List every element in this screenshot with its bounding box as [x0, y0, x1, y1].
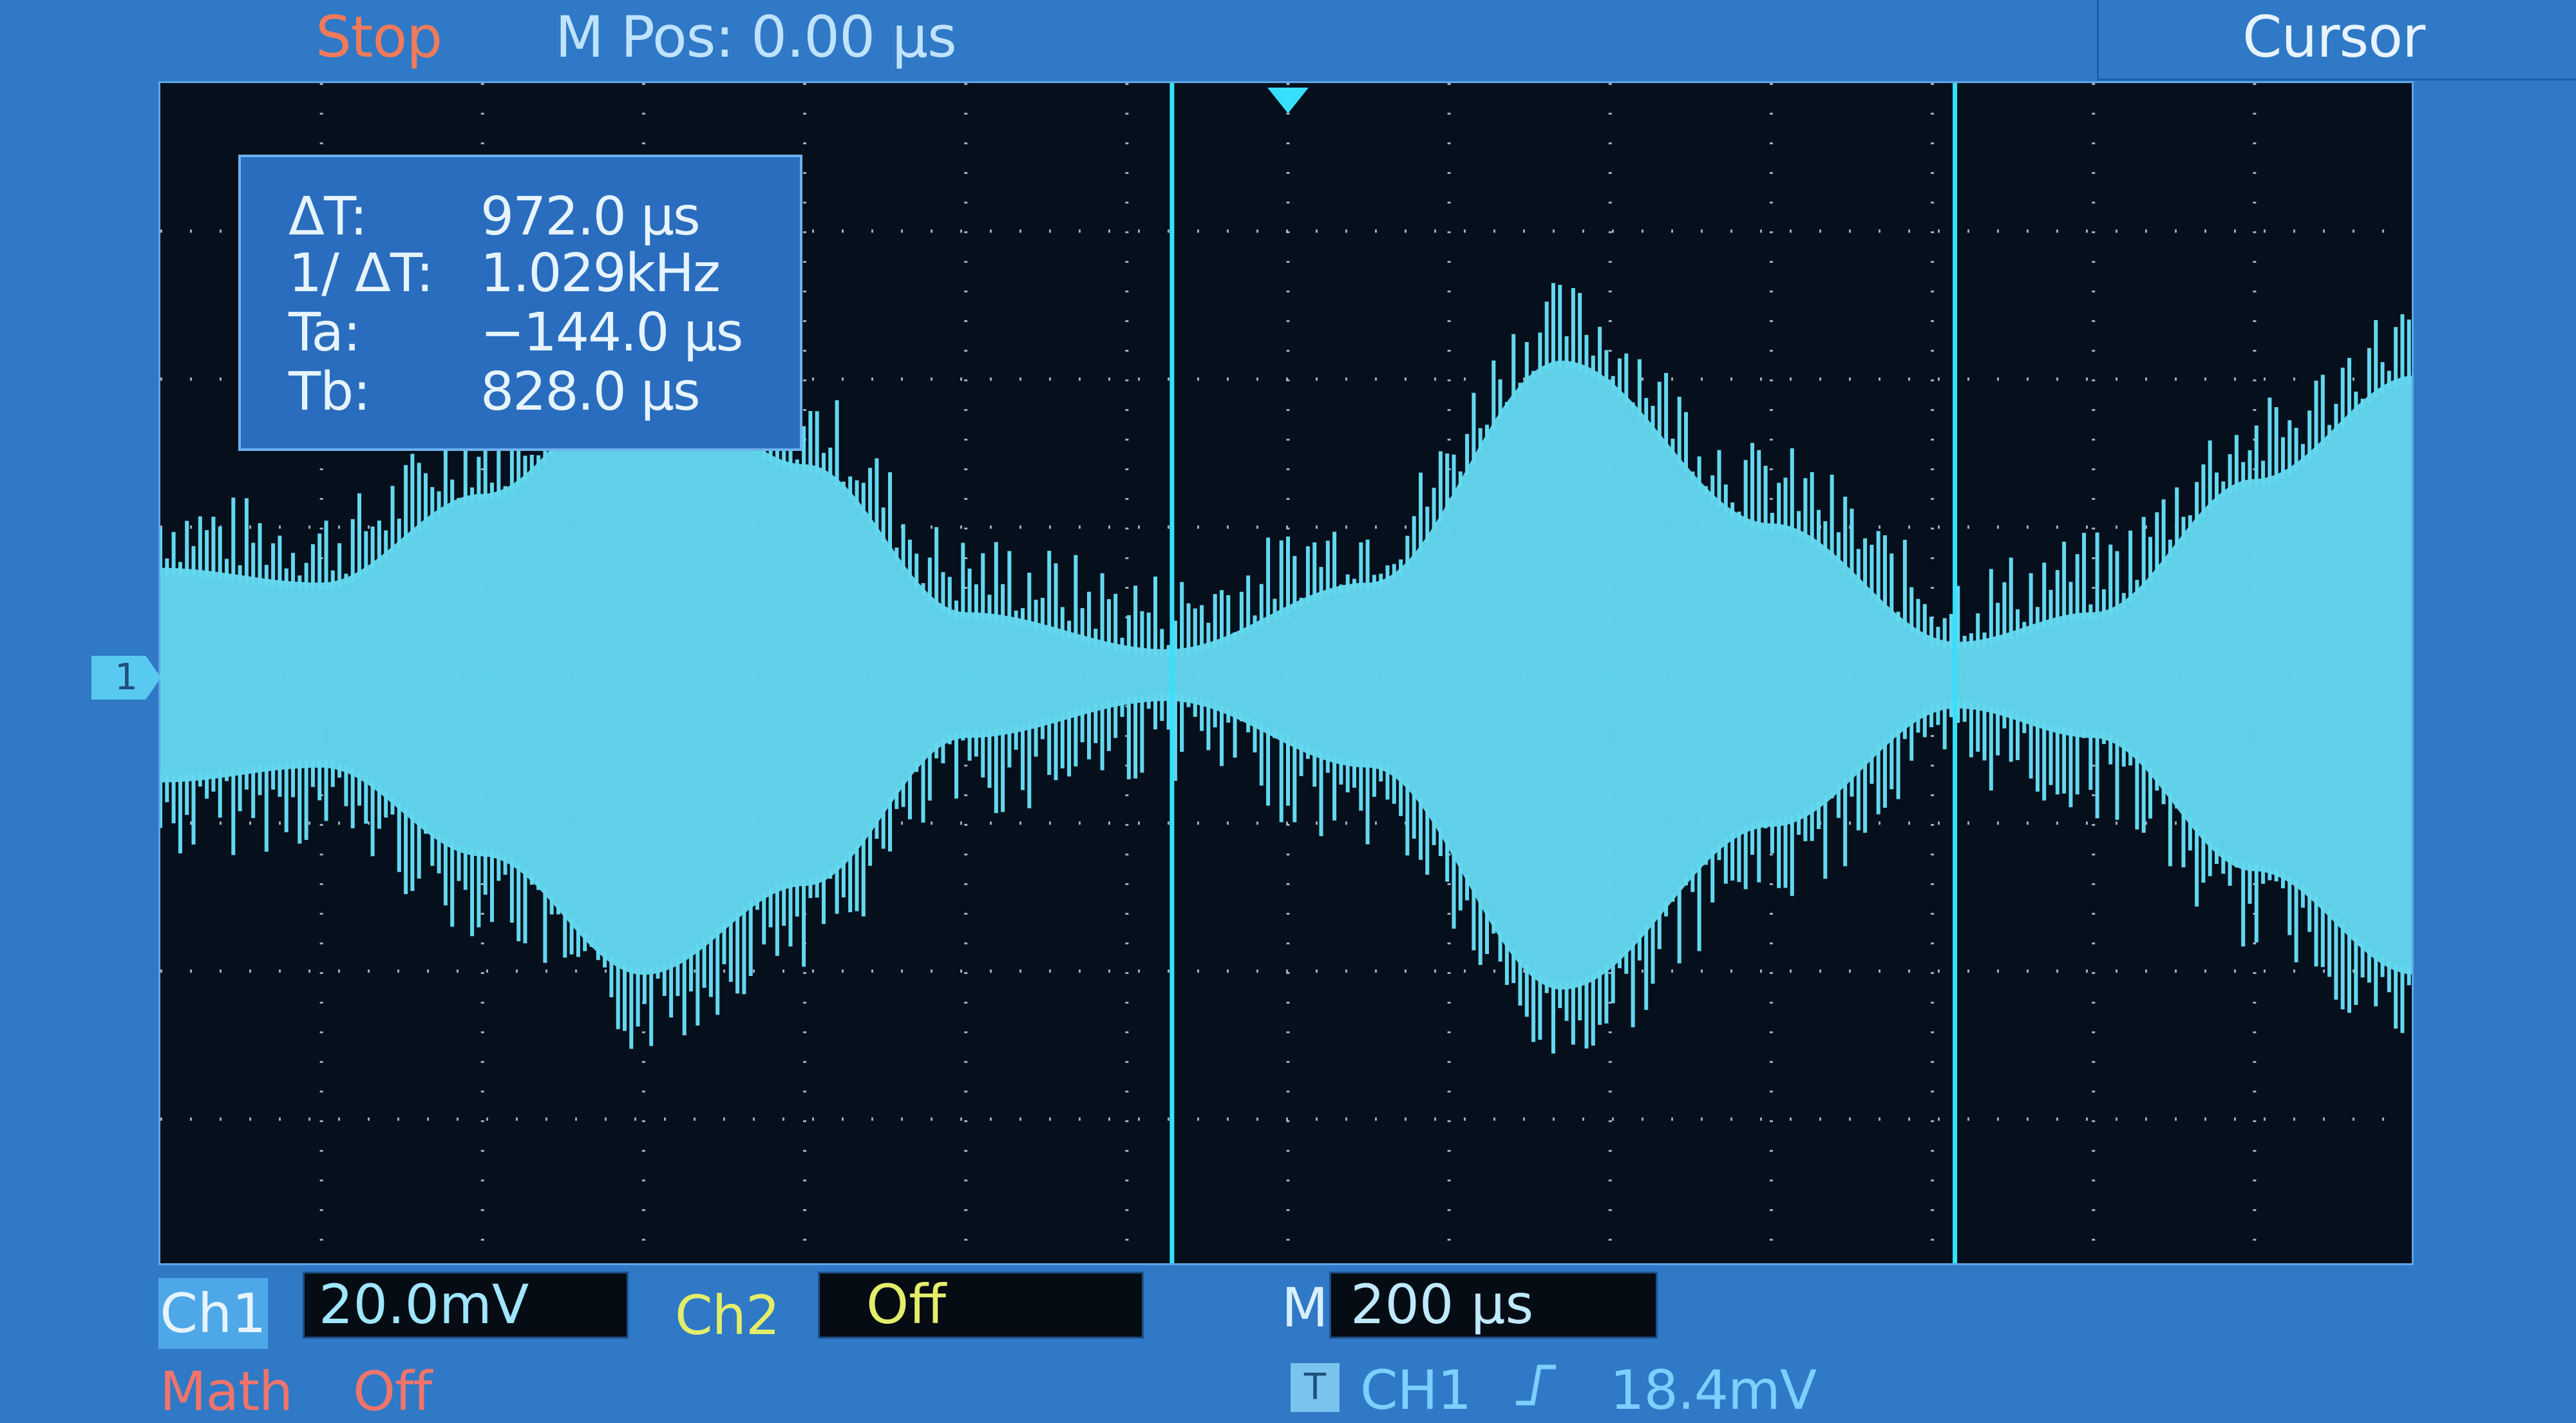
delta-t-label: ΔT: [289, 186, 368, 247]
ch1-scale: 20.0mV [303, 1272, 629, 1339]
math-label[interactable]: Math [160, 1364, 293, 1418]
trigger-position-marker [1267, 88, 1309, 113]
rising-edge-icon [1513, 1359, 1558, 1422]
run-status: Stop [316, 4, 442, 70]
delta-t-value: 972.0 µs [480, 186, 701, 247]
ta-value: −144.0 µs [480, 302, 743, 363]
ch2-status: Off [818, 1272, 1144, 1339]
trigger-badge: T [1291, 1363, 1340, 1412]
tb-label: Tb: [289, 361, 371, 423]
ch1-badge[interactable]: Ch1 [158, 1278, 268, 1349]
ta-label: Ta: [289, 302, 361, 363]
horizontal-position: M Pos: 0.00 µs [555, 4, 957, 70]
timebase-value: 200 µs [1329, 1272, 1658, 1339]
math-status: Off [353, 1360, 432, 1423]
tb-value: 828.0 µs [480, 361, 701, 423]
trigger-source: CH1 [1360, 1359, 1472, 1422]
timebase-prefix: M [1282, 1276, 1328, 1339]
trigger-level: 18.4mV [1610, 1359, 1817, 1422]
inverse-delta-t-label: 1/ ΔT: [289, 243, 434, 304]
cursor-readout: ΔT: 972.0 µs 1/ ΔT: 1.029kHz Ta: −144.0 … [238, 155, 802, 451]
menu-title[interactable]: Cursor [2242, 9, 2425, 66]
ch1-ground-marker[interactable]: 1 [91, 656, 161, 700]
inverse-delta-t-value: 1.029kHz [480, 243, 721, 304]
ch2-label[interactable]: Ch2 [675, 1288, 780, 1342]
